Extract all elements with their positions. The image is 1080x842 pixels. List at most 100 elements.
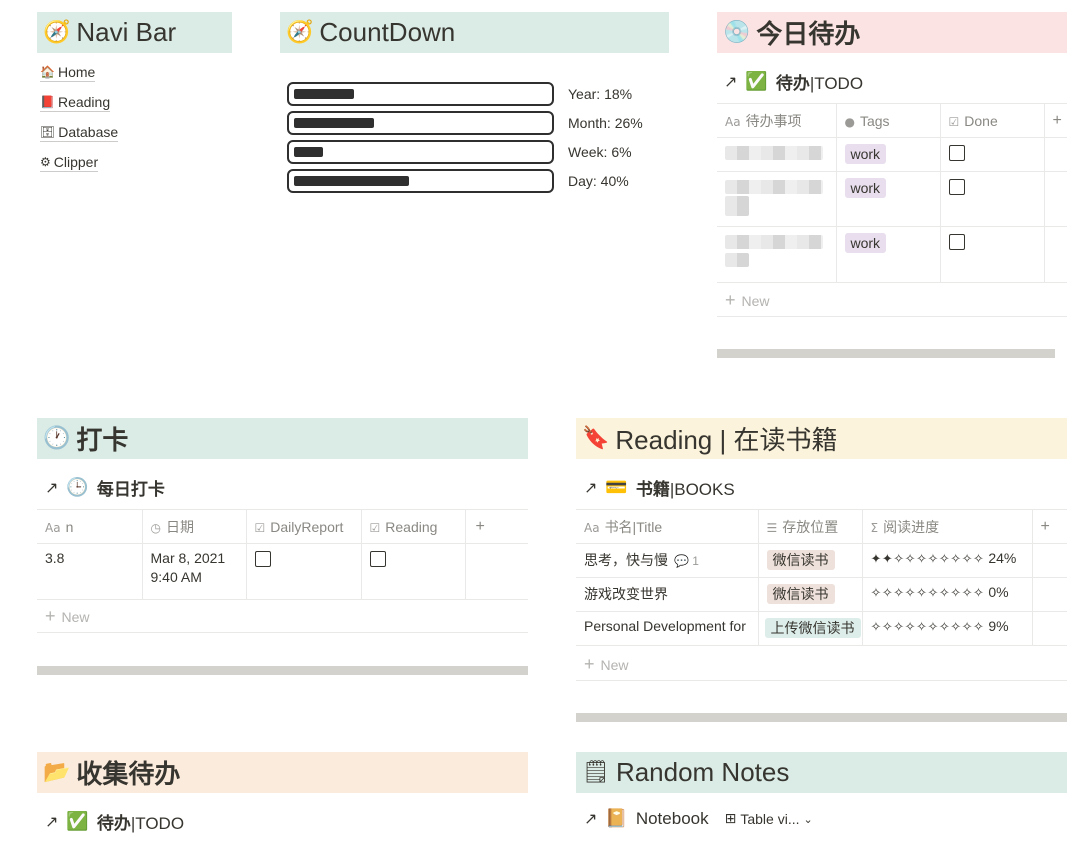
done-cell[interactable] — [940, 171, 1045, 227]
nav-link-clipper[interactable]: ⚙ Clipper — [40, 154, 99, 172]
comment-count[interactable]: 💬 1 — [674, 554, 699, 568]
horizontal-scrollbar[interactable] — [717, 349, 1055, 358]
redacted-text — [725, 146, 823, 160]
db-title: Notebook — [635, 809, 709, 828]
blurred-cell[interactable] — [717, 171, 837, 227]
horizontal-scrollbar[interactable] — [576, 713, 1067, 722]
column-header[interactable]: ☑ Reading — [361, 509, 466, 544]
checkin-db-link[interactable]: ↗ 🕒 每日打卡 — [45, 475, 165, 500]
location-cell[interactable]: 上传微信读书 — [758, 611, 863, 646]
date-value: Mar 8, 2021 — [150, 550, 226, 566]
time-value: 9:40 AM — [150, 569, 202, 585]
nav-link-label: Clipper — [53, 154, 99, 170]
location-cell[interactable]: 微信读书 — [758, 577, 863, 612]
column-header[interactable]: Aa 待办事项 — [717, 103, 837, 138]
column-header[interactable]: Σ 阅读进度 — [862, 509, 1033, 544]
today-todo-db-link[interactable]: ↗ ✅ 待办|TODO — [724, 69, 863, 94]
title-cell[interactable]: 游戏改变世界 — [576, 577, 759, 612]
view-selector[interactable]: ⊞ Table vi... ⌄ — [725, 811, 813, 827]
cabinet-icon: 🗄 — [40, 125, 56, 139]
checkin-callout: 🕐 打卡 — [37, 418, 528, 459]
checkbox-property-icon: ☑ — [369, 520, 381, 535]
new-row-button[interactable]: + New — [584, 654, 629, 675]
tags-cell[interactable]: work — [836, 171, 941, 227]
done-checkbox[interactable] — [948, 234, 965, 251]
location-cell[interactable]: 微信读书 — [758, 543, 863, 578]
title-cell[interactable]: 思考，快与慢 💬 1 — [576, 543, 759, 578]
blurred-cell[interactable] — [717, 226, 837, 283]
nav-link-label: Home — [57, 64, 96, 80]
column-header[interactable]: ● Tags — [836, 103, 941, 138]
done-cell[interactable] — [940, 226, 1045, 283]
location-tag: 上传微信读书 — [764, 618, 861, 638]
checkin-title: 打卡 — [76, 425, 129, 455]
new-row-button[interactable]: + New — [45, 606, 90, 627]
daily-report-cell[interactable] — [246, 543, 362, 600]
empty-cell — [1044, 171, 1067, 227]
horizontal-scrollbar[interactable] — [37, 666, 528, 675]
column-header[interactable]: ☑ DailyReport — [246, 509, 362, 544]
db-title-bold: 书籍 — [635, 480, 670, 499]
column-header[interactable]: ◷ 日期 — [142, 509, 247, 544]
collect-todo-callout: 📂 收集待办 — [37, 752, 528, 793]
random-notes-db-link[interactable]: ↗ 📔 Notebook ⊞ Table vi... ⌄ — [584, 809, 813, 829]
table-row[interactable]: 3.8 Mar 8, 2021 9:40 AM — [37, 543, 528, 600]
add-column-button[interactable]: + — [1044, 103, 1067, 138]
progress-value: 24% — [988, 550, 1017, 566]
chevron-down-icon: ⌄ — [803, 812, 813, 826]
navi-bar-callout: 🧭 Navi Bar — [37, 12, 232, 53]
today-todo-table: Aa 待办事项 ● Tags ☑ Done + work work work — [717, 103, 1067, 283]
table-row[interactable]: work — [717, 137, 1067, 172]
n-cell[interactable]: 3.8 — [37, 543, 143, 600]
column-label: 书名|Title — [604, 518, 663, 535]
daily-report-checkbox[interactable] — [254, 551, 271, 568]
reading-db-link[interactable]: ↗ 💳 书籍|BOOKS — [584, 475, 735, 500]
add-column-button[interactable]: + — [465, 509, 528, 544]
column-header[interactable]: Aa 书名|Title — [576, 509, 759, 544]
blurred-cell[interactable] — [717, 137, 837, 172]
progress-value: 0% — [988, 584, 1009, 600]
nav-link-reading[interactable]: 📕 Reading — [40, 94, 111, 112]
progress-bar — [287, 111, 554, 135]
column-label: Reading — [385, 518, 438, 535]
nav-link-database[interactable]: 🗄 Database — [40, 124, 119, 142]
table-row[interactable]: 思考，快与慢 💬 1 微信读书 ✦✦✧✧✧✧✧✧✧✧ 24% — [576, 543, 1067, 578]
table-row[interactable]: Personal Development for 上传微信读书 ✧✧✧✧✧✧✧✧… — [576, 611, 1067, 646]
column-label: 日期 — [165, 518, 194, 535]
column-label: 待办事项 — [745, 112, 802, 129]
done-checkbox[interactable] — [948, 145, 965, 162]
db-title-bold: 待办 — [96, 814, 131, 833]
table-row[interactable]: work — [717, 226, 1067, 283]
progress-fill — [294, 89, 354, 99]
tags-cell[interactable]: work — [836, 137, 941, 172]
table-row[interactable]: 游戏改变世界 微信读书 ✧✧✧✧✧✧✧✧✧✧ 0% — [576, 577, 1067, 612]
countdown-row-week: Week: 6% — [287, 140, 667, 164]
progress-value: 9% — [988, 618, 1009, 634]
table-row[interactable]: work — [717, 171, 1067, 227]
redacted-text — [725, 253, 749, 267]
column-header[interactable]: ☰ 存放位置 — [758, 509, 863, 544]
progress-stars: ✧✧✧✧✧✧✧✧✧✧ — [870, 586, 985, 601]
date-cell[interactable]: Mar 8, 2021 9:40 AM — [142, 543, 247, 600]
countdown-row-month: Month: 26% — [287, 111, 667, 135]
folder-icon: 📂 — [43, 759, 71, 785]
column-header[interactable]: ☑ Done — [940, 103, 1045, 138]
book-icon: 📕 — [40, 95, 55, 109]
collect-todo-db-link[interactable]: ↗ ✅ 待办|TODO — [45, 809, 184, 834]
nav-link-home[interactable]: 🏠 Home — [40, 64, 96, 82]
new-row-button[interactable]: + New — [725, 290, 770, 311]
table-icon: ⊞ — [724, 811, 737, 827]
nav-link-label: Reading — [57, 94, 111, 110]
title-cell[interactable]: Personal Development for — [576, 611, 759, 646]
tags-cell[interactable]: work — [836, 226, 941, 283]
add-column-button[interactable]: + — [1032, 509, 1067, 544]
db-title-rest: |BOOKS — [669, 480, 735, 499]
done-cell[interactable] — [940, 137, 1045, 172]
reading-cell[interactable] — [361, 543, 466, 600]
done-checkbox[interactable] — [948, 179, 965, 196]
check-mark-icon: ✅ — [745, 70, 768, 92]
empty-cell — [1032, 577, 1067, 612]
column-header[interactable]: Aa n — [37, 509, 143, 544]
reading-checkbox[interactable] — [369, 551, 386, 568]
cell-value: 3.8 — [45, 550, 65, 566]
